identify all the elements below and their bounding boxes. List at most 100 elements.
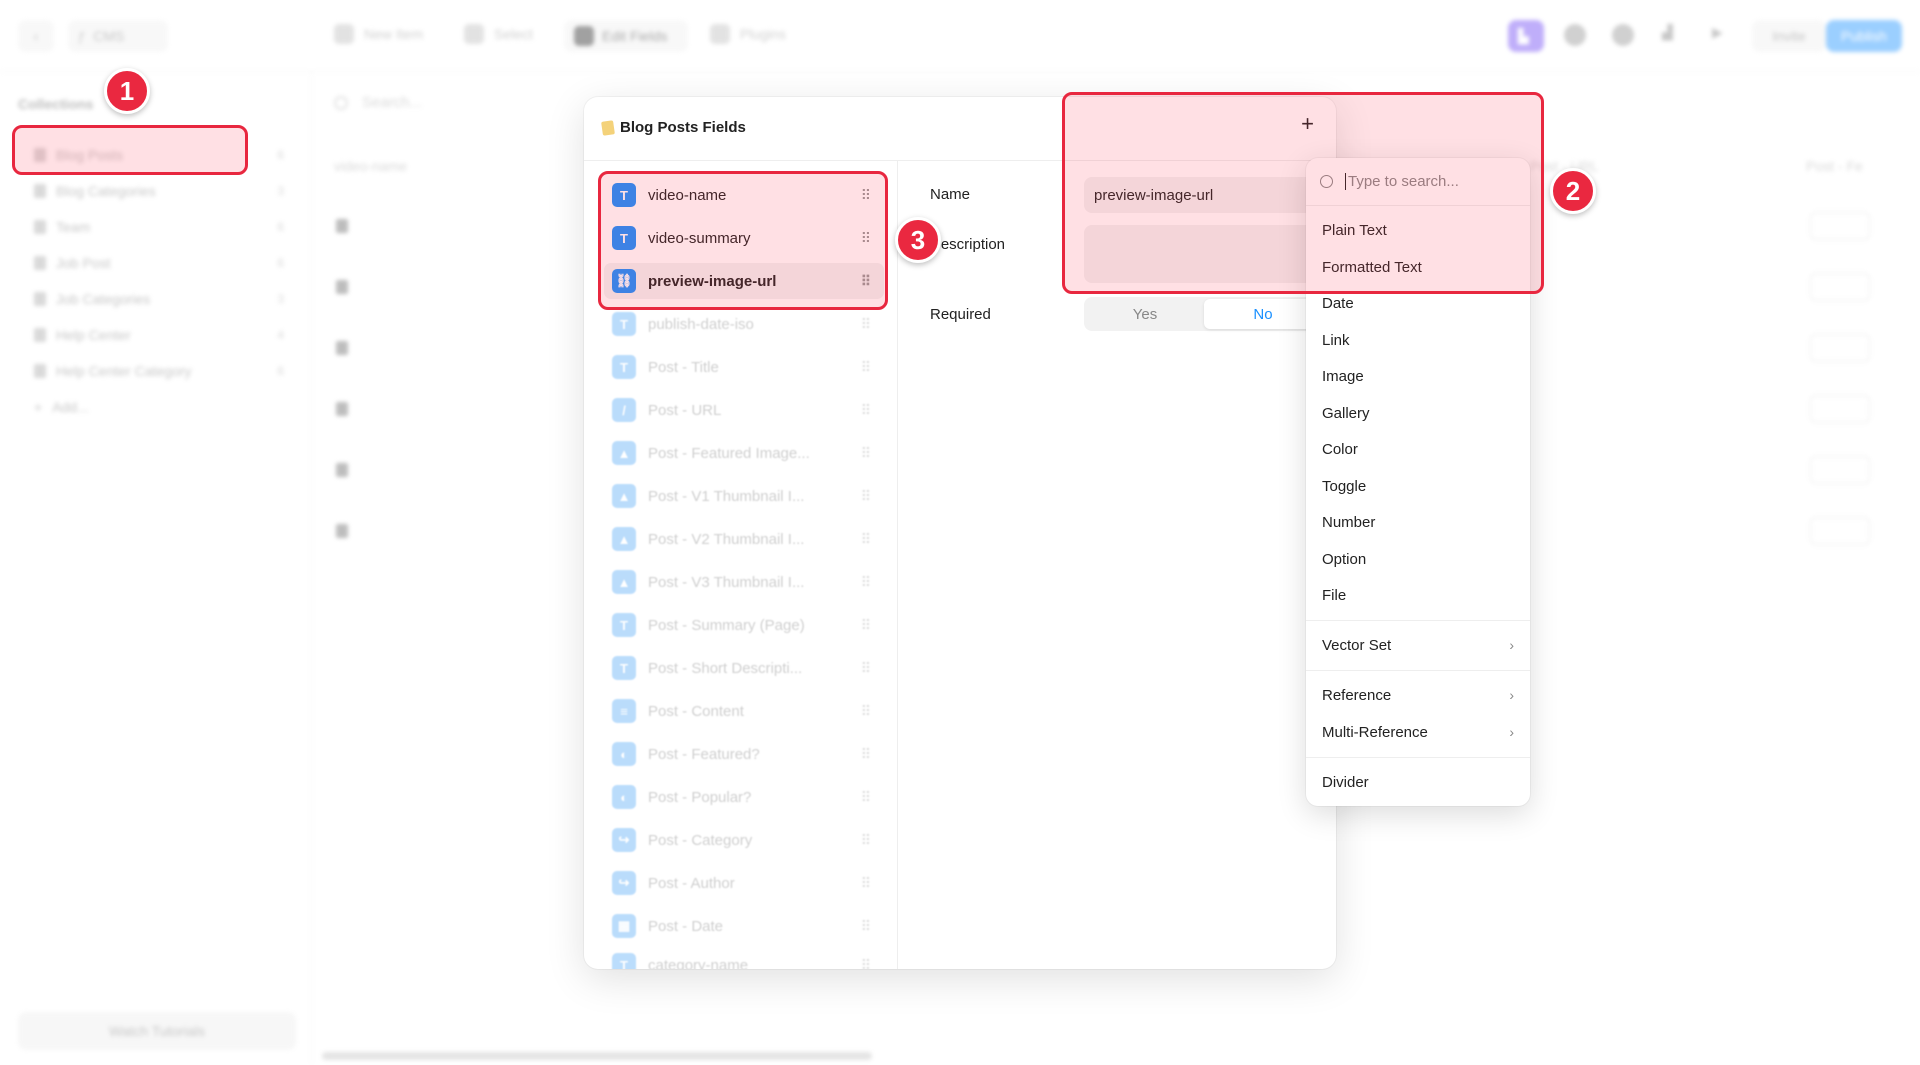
menu-item-vector-set[interactable]: Vector Set › <box>1306 628 1530 662</box>
sidebar-item-count: 3 <box>277 292 284 306</box>
field-item[interactable]: ▲ Post - V3 Thumbnail I... ⠿ <box>604 564 884 600</box>
globe-icon[interactable] <box>1564 24 1586 46</box>
drag-handle-icon[interactable]: ⠿ <box>861 488 871 505</box>
chart-icon: ▙ <box>1518 27 1529 44</box>
plugins-button[interactable]: Plugins <box>710 24 786 44</box>
invite-button[interactable]: Invite <box>1752 20 1826 52</box>
field-item[interactable]: T Post - Short Descripti... ⠿ <box>604 650 884 686</box>
field-item[interactable]: ◐ Post - Featured? ⠿ <box>604 736 884 772</box>
database-icon <box>34 220 46 234</box>
sidebar-item-help-center-category[interactable]: Help Center Category 6 <box>34 358 284 384</box>
image-cell[interactable] <box>1810 334 1870 362</box>
drag-handle-icon[interactable]: ⠿ <box>861 359 871 376</box>
image-cell[interactable] <box>1810 273 1870 301</box>
sidebar-item-count: 4 <box>277 328 284 342</box>
horizontal-scrollbar[interactable] <box>322 1052 872 1060</box>
menu-item-divider[interactable]: Divider <box>1306 765 1530 799</box>
back-button[interactable]: ‹ <box>18 20 54 52</box>
field-item[interactable]: Tcategory-name ⠿ <box>604 947 884 969</box>
drag-handle-icon[interactable]: ⠿ <box>861 703 871 720</box>
rich-text-type-icon: ≡ <box>612 699 636 723</box>
field-item[interactable]: T Post - Title ⠿ <box>604 349 884 385</box>
drag-handle-icon[interactable]: ⠿ <box>861 531 871 548</box>
sidebar-item-count: 6 <box>277 220 284 234</box>
drag-handle-icon[interactable]: ⠿ <box>861 574 871 591</box>
image-type-icon: ▲ <box>612 570 636 594</box>
sidebar-item-help-center[interactable]: Help Center 4 <box>34 322 284 348</box>
menu-item-link[interactable]: Link <box>1306 323 1530 357</box>
field-item[interactable]: ≡ Post - Content ⠿ <box>604 693 884 729</box>
drag-handle-icon[interactable]: ⠿ <box>861 746 871 763</box>
sidebar-item-count: 6 <box>277 364 284 378</box>
play-icon[interactable]: ▶ <box>1712 24 1723 41</box>
image-cell[interactable] <box>1810 517 1870 545</box>
document-icon <box>336 524 348 538</box>
drag-handle-icon[interactable]: ⠿ <box>861 789 871 806</box>
required-no-option[interactable]: No <box>1204 299 1322 329</box>
column-header-post-featured[interactable]: Post - Fe <box>1806 158 1863 174</box>
chevron-left-icon: ‹ <box>33 28 39 44</box>
slug-type-icon: / <box>612 398 636 422</box>
image-cell[interactable] <box>1810 395 1870 423</box>
cms-menu-button[interactable]: ƒ CMS <box>68 20 168 52</box>
drag-handle-icon[interactable]: ⠿ <box>861 316 871 333</box>
sidebar-item-team[interactable]: Team 6 <box>34 214 284 240</box>
field-item[interactable]: / Post - URL ⠿ <box>604 392 884 428</box>
drag-handle-icon[interactable]: ⠿ <box>861 918 871 935</box>
menu-item-file[interactable]: File <box>1306 578 1530 612</box>
field-item[interactable]: ↪ Post - Category ⠿ <box>604 822 884 858</box>
menu-item-multi-reference[interactable]: Multi-Reference › <box>1306 715 1530 749</box>
menu-item-color[interactable]: Color <box>1306 432 1530 466</box>
drag-handle-icon[interactable]: ⠿ <box>861 617 871 634</box>
field-item[interactable]: ▲ Post - Featured Image... ⠿ <box>604 435 884 471</box>
new-item-button[interactable]: New Item <box>334 24 423 44</box>
document-icon <box>336 341 348 355</box>
field-label: Post - Featured? <box>648 745 760 763</box>
image-cell[interactable] <box>1810 212 1870 240</box>
invite-label: Invite <box>1772 28 1806 44</box>
field-item[interactable]: Tpublish-date-iso ⠿ <box>604 306 884 342</box>
settings-icon[interactable] <box>1612 24 1634 46</box>
column-header-video-name[interactable]: video-name <box>334 158 407 174</box>
sidebar-item-label: Blog Categories <box>56 183 156 199</box>
field-label: Post - URL <box>648 401 722 419</box>
add-collection-button[interactable]: + Add... <box>34 394 284 420</box>
drag-handle-icon[interactable]: ⠿ <box>861 957 871 970</box>
field-item[interactable]: ▲ Post - V1 Thumbnail I... ⠿ <box>604 478 884 514</box>
edit-fields-button[interactable]: Edit Fields <box>564 20 688 52</box>
field-label: Post - V3 Thumbnail I... <box>648 573 805 591</box>
required-yes-option[interactable]: Yes <box>1086 299 1204 329</box>
drag-handle-icon[interactable]: ⠿ <box>861 832 871 849</box>
select-button[interactable]: Select <box>464 24 533 44</box>
sidebar-item-job-post[interactable]: Job Post 6 <box>34 250 284 276</box>
field-item[interactable]: ◐ Post - Popular? ⠿ <box>604 779 884 815</box>
menu-item-reference[interactable]: Reference › <box>1306 678 1530 712</box>
field-label: Post - Category <box>648 831 753 849</box>
sidebar-item-blog-categories[interactable]: Blog Categories 3 <box>34 178 284 204</box>
drag-handle-icon[interactable]: ⠿ <box>861 445 871 462</box>
watch-tutorials-button[interactable]: Watch Tutorials <box>18 1012 296 1050</box>
menu-item-number[interactable]: Number <box>1306 505 1530 539</box>
analytics-app-button[interactable]: ▙ <box>1508 20 1544 52</box>
menu-divider <box>1306 757 1530 758</box>
sidebar-item-job-categories[interactable]: Job Categories 3 <box>34 286 284 312</box>
stats-icon[interactable]: ▟ <box>1662 24 1673 41</box>
field-item[interactable]: ▦ Post - Date ⠿ <box>604 908 884 944</box>
field-label: publish-date-iso <box>648 315 754 333</box>
image-cell[interactable] <box>1810 456 1870 484</box>
publish-button[interactable]: Publish <box>1826 20 1902 52</box>
step-badge-3: 3 <box>895 217 941 263</box>
menu-item-image[interactable]: Image <box>1306 359 1530 393</box>
field-item[interactable]: T Post - Summary (Page) ⠿ <box>604 607 884 643</box>
edit-icon <box>574 26 594 46</box>
menu-item-toggle[interactable]: Toggle <box>1306 469 1530 503</box>
collection-search[interactable]: Search... <box>334 94 422 111</box>
menu-item-option[interactable]: Option <box>1306 542 1530 576</box>
drag-handle-icon[interactable]: ⠿ <box>861 660 871 677</box>
field-item[interactable]: ▲ Post - V2 Thumbnail I... ⠿ <box>604 521 884 557</box>
drag-handle-icon[interactable]: ⠿ <box>861 875 871 892</box>
field-label: Post - Short Descripti... <box>648 659 803 677</box>
drag-handle-icon[interactable]: ⠿ <box>861 402 871 419</box>
field-item[interactable]: ↪ Post - Author ⠿ <box>604 865 884 901</box>
menu-item-gallery[interactable]: Gallery <box>1306 396 1530 430</box>
